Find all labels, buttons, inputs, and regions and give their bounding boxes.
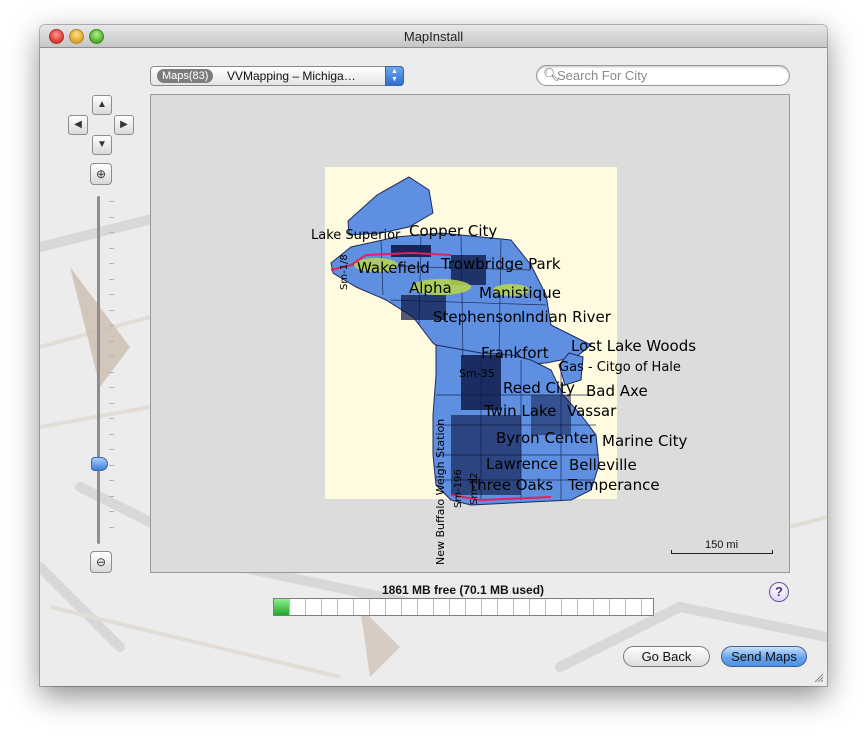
go-back-button[interactable]: Go Back bbox=[623, 646, 710, 667]
slider-tick bbox=[109, 418, 114, 419]
slider-tick bbox=[109, 309, 114, 311]
map-label: Sm-35 bbox=[459, 367, 495, 380]
search-input-placeholder[interactable]: Search For City bbox=[557, 68, 647, 83]
map-label: Byron Center bbox=[496, 429, 596, 447]
map-label: Wakefield bbox=[357, 259, 430, 277]
pan-up-button[interactable]: ▲ bbox=[92, 95, 112, 115]
send-maps-button[interactable]: Send Maps bbox=[721, 646, 807, 667]
pan-right-button[interactable]: ▶ bbox=[114, 115, 134, 135]
slider-tick bbox=[109, 495, 114, 497]
city-search-field[interactable]: 🔍︎ Search For City bbox=[536, 65, 790, 86]
map-label: Reed City bbox=[503, 379, 575, 397]
resize-grip-icon[interactable] bbox=[814, 673, 824, 683]
slider-tick bbox=[109, 371, 114, 373]
zoom-slider-thumb[interactable] bbox=[91, 457, 108, 471]
map-set-dropdown[interactable]: Maps(83) VVMapping – Michiga… ▲ ▼ bbox=[150, 66, 404, 86]
maps-count-badge: Maps(83) bbox=[157, 69, 214, 83]
slider-tick bbox=[109, 294, 114, 295]
zoom-slider-track[interactable] bbox=[97, 196, 100, 544]
help-button[interactable]: ? bbox=[769, 582, 789, 602]
map-label: Marine City bbox=[602, 432, 687, 450]
map-label: Alpha bbox=[409, 279, 452, 297]
window-title: MapInstall bbox=[403, 29, 464, 44]
map-label: Belleville bbox=[569, 456, 637, 474]
slider-tick bbox=[109, 526, 114, 528]
map-label: Sm-1/8 bbox=[339, 254, 350, 290]
map-label: Trowbridge Park bbox=[440, 255, 561, 273]
map-label: Copper City bbox=[409, 222, 497, 240]
slider-tick bbox=[109, 356, 114, 357]
zoom-in-icon: ⊕ bbox=[95, 167, 107, 181]
slider-tick bbox=[109, 433, 114, 435]
map-label: Twin Lake bbox=[483, 402, 556, 420]
map-viewport[interactable]: Lake Superior Copper City Wakefield Trow… bbox=[150, 94, 790, 573]
map-label: Lake Superior bbox=[311, 228, 401, 243]
zoom-in-button[interactable]: ⊕ bbox=[90, 163, 112, 185]
dropdown-arrows-icon: ▲ ▼ bbox=[385, 66, 404, 86]
slider-tick bbox=[109, 402, 114, 404]
slider-tick bbox=[109, 278, 114, 280]
map-label: Stephenson bbox=[433, 308, 522, 326]
storage-usage-fill bbox=[274, 599, 289, 615]
map-label: Manistique bbox=[479, 284, 561, 302]
zoom-out-icon: ⊖ bbox=[95, 555, 107, 569]
slider-tick bbox=[109, 247, 114, 249]
slider-tick bbox=[109, 201, 114, 202]
map-scale-bar bbox=[671, 550, 773, 554]
map-label: Vassar bbox=[567, 402, 617, 420]
michigan-map[interactable]: Lake Superior Copper City Wakefield Trow… bbox=[151, 95, 789, 572]
map-set-selected-value: VVMapping – Michiga… bbox=[227, 69, 356, 83]
title-bar: MapInstall bbox=[40, 25, 827, 48]
zoom-out-button[interactable]: ⊖ bbox=[90, 551, 112, 573]
map-label: Sm-12 bbox=[469, 473, 480, 505]
map-label: Lawrence bbox=[486, 455, 558, 473]
slider-tick bbox=[109, 216, 114, 218]
map-label: Sm-196 bbox=[453, 469, 464, 508]
slider-tick bbox=[109, 263, 114, 264]
slider-tick bbox=[109, 511, 114, 512]
pan-left-button[interactable]: ◀ bbox=[68, 115, 88, 135]
mapinstall-window: MapInstall Maps(83) VVMapping – Michiga…… bbox=[40, 25, 827, 686]
map-label: Lost Lake Woods bbox=[571, 337, 696, 355]
map-label: Temperance bbox=[567, 476, 660, 494]
storage-status-label: 1861 MB free (70.1 MB used) bbox=[381, 583, 545, 597]
slider-tick bbox=[109, 340, 114, 342]
slider-tick bbox=[109, 325, 114, 326]
map-label: Frankfort bbox=[481, 344, 549, 362]
map-label: Bad Axe bbox=[586, 382, 648, 400]
storage-usage-bar bbox=[273, 598, 654, 616]
pan-down-button[interactable]: ▼ bbox=[92, 135, 112, 155]
map-label: New Buffalo Weigh Station bbox=[434, 419, 447, 565]
slider-tick bbox=[109, 232, 114, 233]
slider-tick bbox=[109, 480, 114, 481]
slider-tick bbox=[109, 387, 114, 388]
map-label: Gas - Citgo of Hale bbox=[559, 360, 681, 375]
slider-tick bbox=[109, 464, 114, 466]
map-label: Indian River bbox=[521, 308, 612, 326]
slider-tick bbox=[109, 449, 114, 450]
